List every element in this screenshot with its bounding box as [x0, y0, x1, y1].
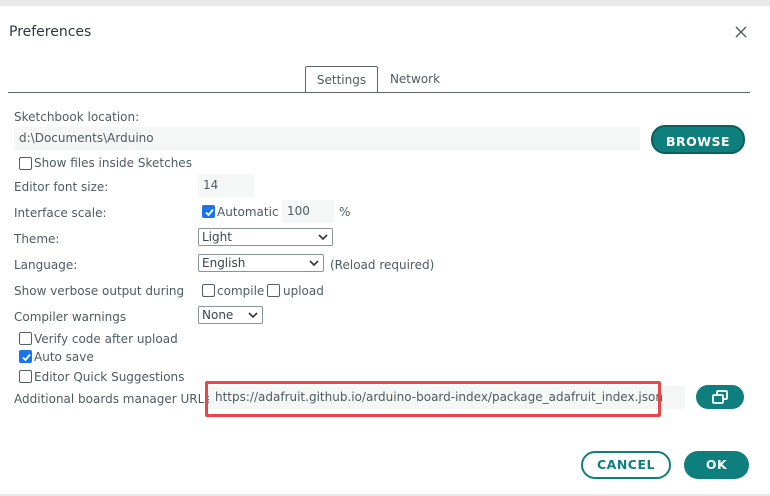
editor-quick-suggestions-checkbox[interactable] [19, 370, 32, 383]
chevron-down-icon [309, 260, 319, 267]
language-label: Language: [14, 258, 78, 272]
close-icon[interactable] [732, 23, 750, 41]
verify-code-checkbox[interactable] [19, 332, 32, 345]
language-selected-value: English [202, 256, 246, 270]
chevron-down-icon [248, 312, 258, 319]
compiler-warnings-label: Compiler warnings [14, 310, 127, 324]
preferences-dialog: Preferences Settings Network Sketchbook … [0, 6, 770, 494]
upload-checkbox[interactable] [267, 284, 280, 297]
verbose-output-label: Show verbose output during [14, 284, 185, 298]
theme-label: Theme: [14, 232, 60, 246]
editor-font-size-input[interactable]: 14 [198, 174, 254, 197]
scale-unit-label: % [339, 205, 351, 219]
dialog-title: Preferences [9, 24, 92, 40]
sketchbook-location-label: Sketchbook location: [14, 110, 140, 124]
tab-settings[interactable]: Settings [305, 66, 378, 93]
show-files-checkbox[interactable] [19, 157, 32, 170]
upload-label: upload [283, 284, 324, 298]
chevron-down-icon [318, 234, 328, 241]
check-icon [22, 353, 31, 362]
theme-selected-value: Light [202, 230, 232, 244]
auto-save-checkbox[interactable] [19, 350, 32, 363]
check-icon [205, 208, 214, 217]
open-window-icon [712, 390, 728, 404]
interface-scale-label: Interface scale: [14, 206, 107, 220]
editor-quick-suggestions-label: Editor Quick Suggestions [34, 370, 185, 384]
ok-button[interactable]: OK [684, 451, 749, 479]
auto-save-label: Auto save [34, 350, 94, 364]
interface-scale-input[interactable]: 100 [282, 200, 334, 223]
highlight-box [205, 381, 661, 417]
compiler-warnings-select[interactable]: None [198, 306, 263, 324]
editor-font-size-label: Editor font size: [14, 180, 109, 194]
compile-label: compile [217, 284, 265, 298]
cancel-button[interactable]: CANCEL [581, 451, 671, 479]
reload-required-note: (Reload required) [330, 258, 435, 272]
language-select[interactable]: English [198, 254, 324, 272]
expand-urls-button[interactable] [696, 385, 744, 409]
tab-network[interactable]: Network [380, 66, 450, 93]
theme-select[interactable]: Light [198, 228, 333, 246]
verify-code-label: Verify code after upload [34, 332, 178, 346]
compiler-warnings-selected-value: None [202, 308, 234, 322]
browse-button[interactable]: BROWSE [651, 125, 745, 154]
tabs-divider [8, 92, 750, 93]
compile-checkbox[interactable] [202, 284, 215, 297]
automatic-checkbox[interactable] [202, 205, 215, 218]
boards-manager-urls-label: Additional boards manager URLs: [14, 392, 215, 406]
automatic-label: Automatic [217, 205, 279, 219]
show-files-label: Show files inside Sketches [34, 156, 192, 170]
sketchbook-location-input[interactable]: d:\Documents\Arduino [14, 127, 640, 150]
